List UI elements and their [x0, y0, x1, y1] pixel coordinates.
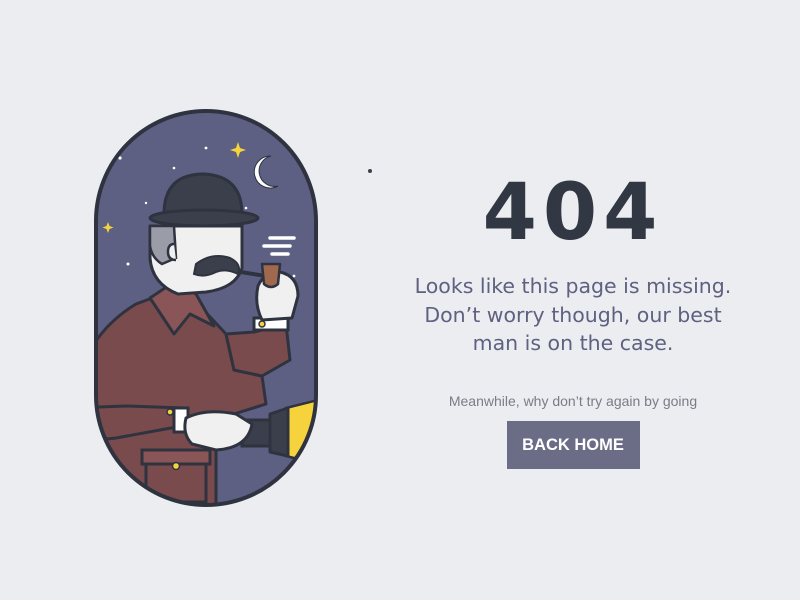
- error-message-line: man is on the case.: [472, 331, 674, 356]
- back-home-button[interactable]: BACK HOME: [506, 421, 640, 470]
- error-message-line: Looks like this page is missing.: [414, 274, 732, 298]
- error-code: 404: [482, 168, 664, 258]
- coat-button: [171, 461, 181, 471]
- error-message-line: Don’t worry though, our best: [424, 302, 722, 327]
- error-subtext: Meanwhile, why don’t try again by going: [448, 393, 698, 410]
- error-page: 404 Looks like this page is missing. Don…: [0, 0, 800, 600]
- error-message: Looks like this page is missing. Don’t w…: [400, 272, 746, 358]
- detective-illustration: [94, 109, 318, 507]
- error-content: 404 Looks like this page is missing. Don…: [400, 168, 746, 470]
- stray-dot: [368, 169, 372, 173]
